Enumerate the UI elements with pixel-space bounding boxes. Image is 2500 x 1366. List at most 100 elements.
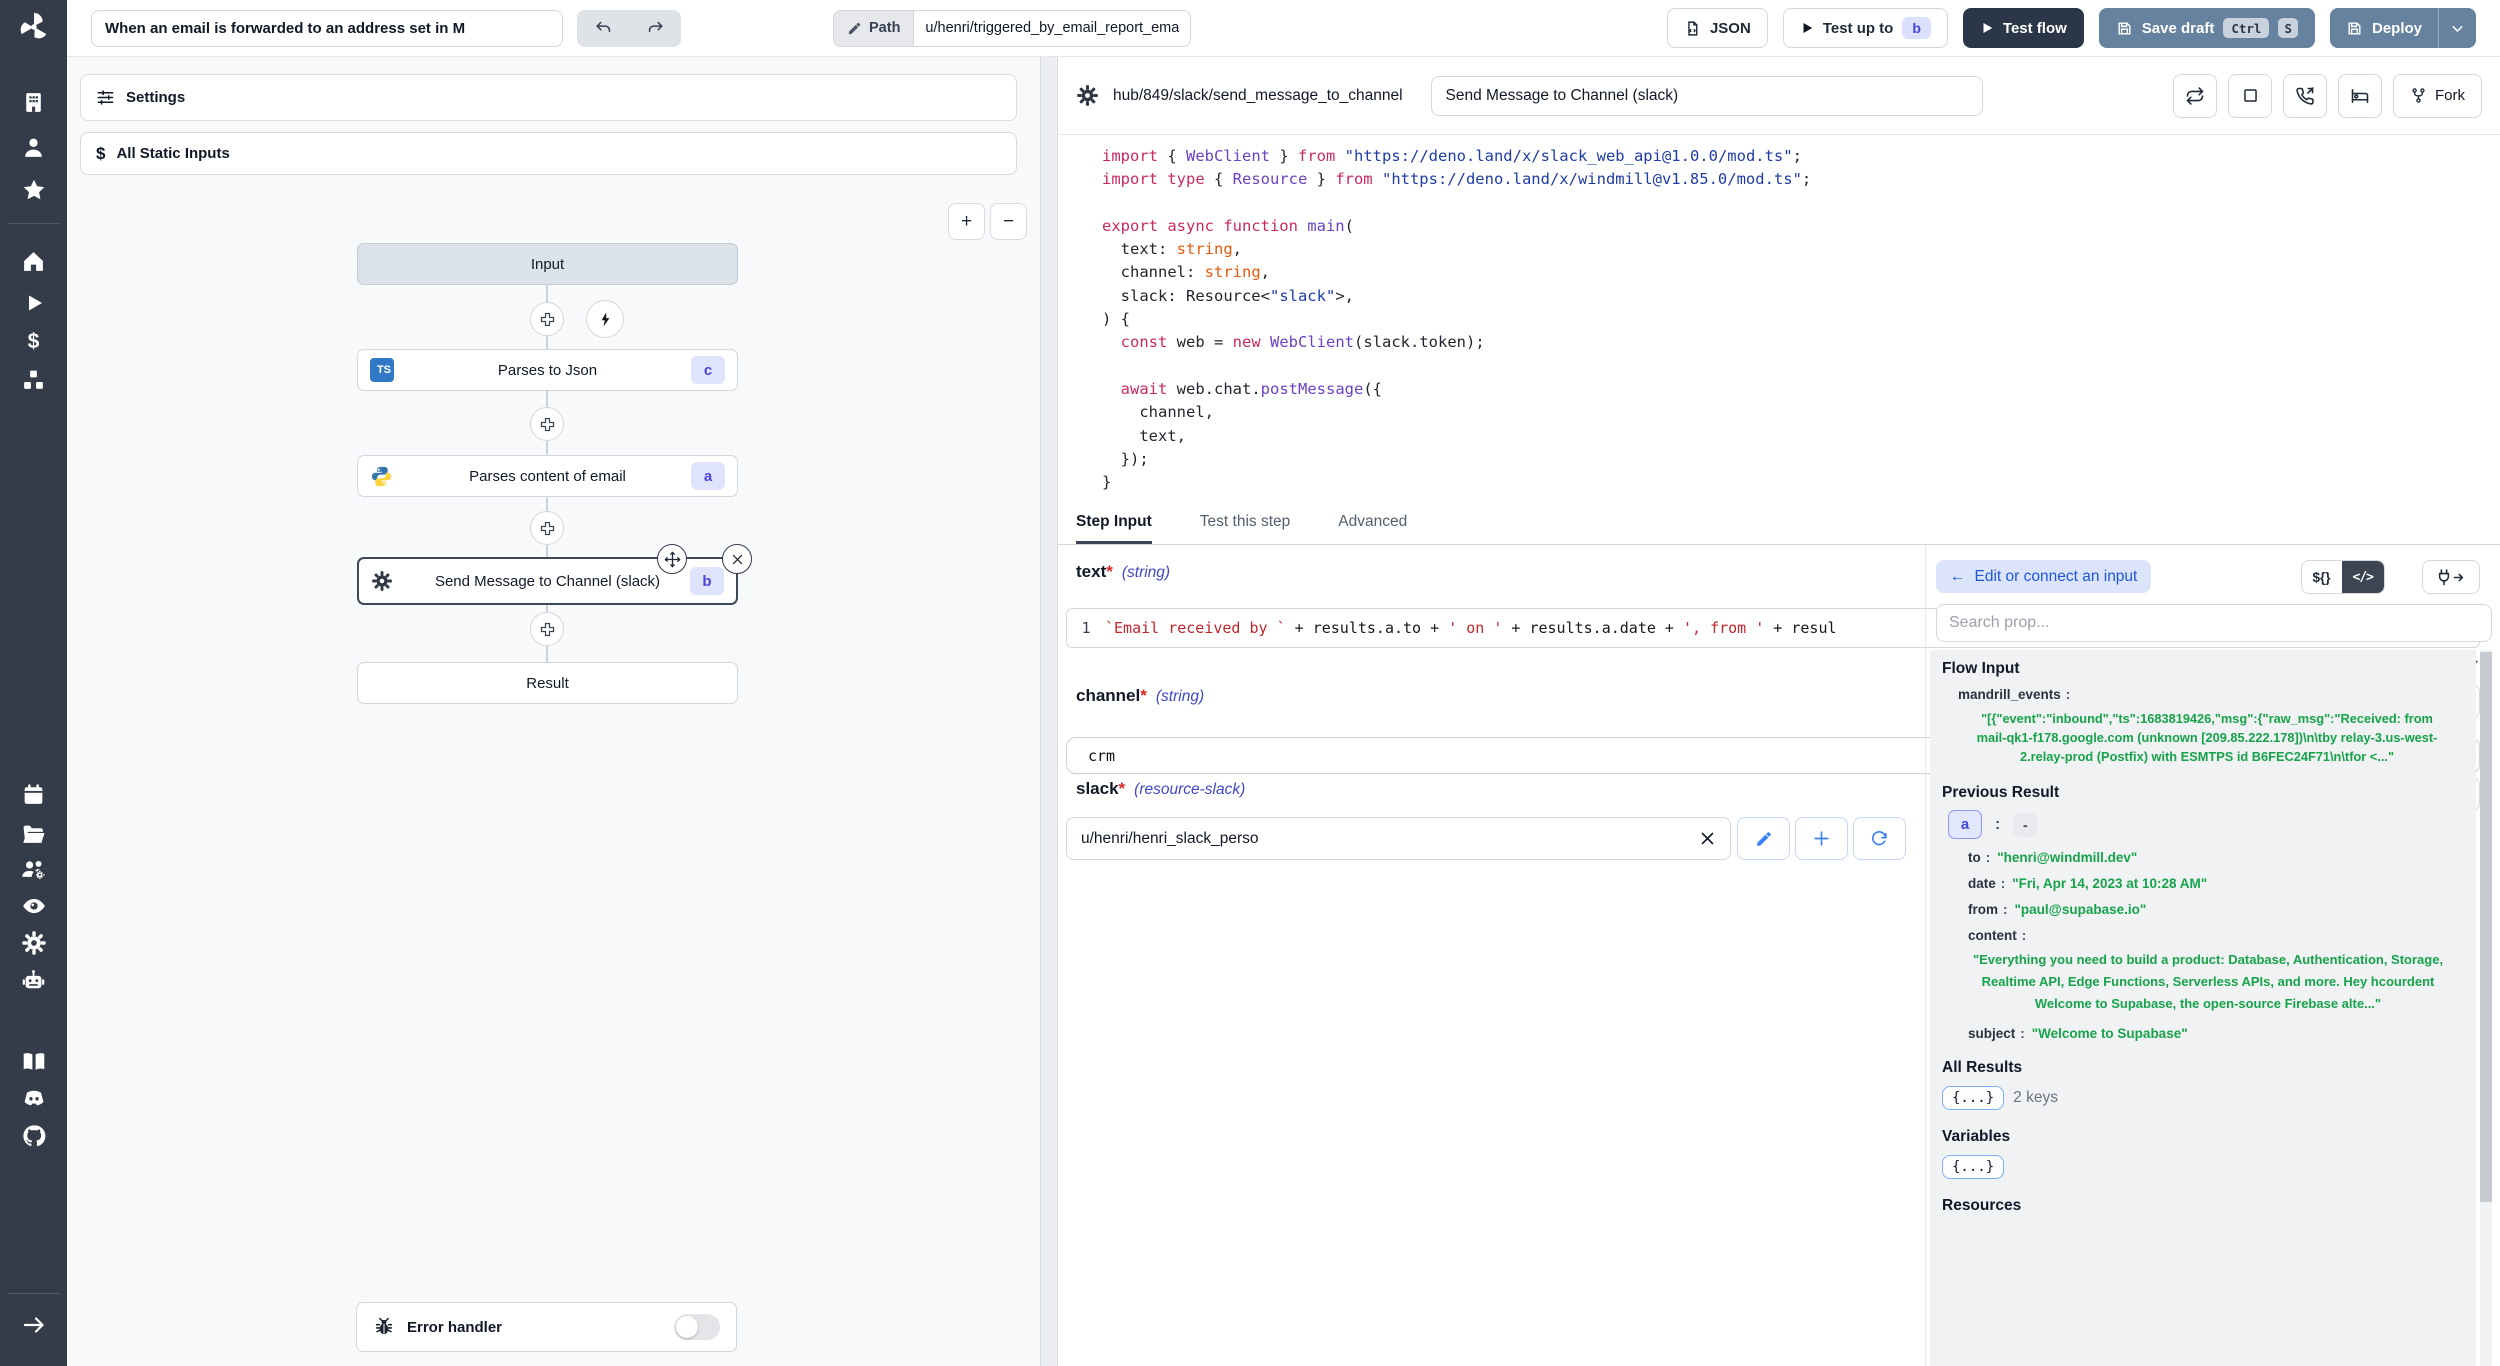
sidebar-item-home[interactable]	[0, 244, 67, 278]
flow-settings-button[interactable]: Settings	[80, 74, 1017, 121]
group-gear-icon	[20, 856, 47, 883]
panel-divider[interactable]	[1040, 57, 1058, 1366]
slack-resource-picker[interactable]: u/henri/henri_slack_perso	[1066, 817, 1731, 860]
test-flow-button[interactable]: Test flow	[1963, 8, 2084, 48]
json-button[interactable]: JSON	[1667, 8, 1768, 48]
sidebar-expand-button[interactable]	[0, 1308, 67, 1342]
deploy-button[interactable]: Deploy	[2330, 8, 2438, 48]
path-input[interactable]	[913, 10, 1191, 47]
flow-node-parses-content[interactable]: Parses content of email a	[357, 455, 738, 497]
flow-input-key-row[interactable]: mandrill_events:	[1958, 687, 2464, 702]
move-step-handle[interactable]	[657, 544, 687, 574]
step-summary-input[interactable]	[1431, 76, 1983, 116]
sidebar-item-docs[interactable]	[0, 1045, 67, 1079]
zoom-out-button[interactable]: −	[990, 203, 1027, 240]
prop-row-date[interactable]: date: "Fri, Apr 14, 2023 at 10:28 AM"	[1968, 876, 2464, 891]
prop-content-value[interactable]: "Everything you need to build a product:…	[1958, 949, 2458, 1015]
sidebar-item-runs[interactable]	[0, 286, 67, 320]
add-step-button[interactable]	[530, 302, 564, 336]
fork-button[interactable]: Fork	[2393, 74, 2482, 118]
app-sidebar: $	[0, 0, 67, 1366]
sidebar-item-favorites[interactable]	[0, 173, 67, 207]
sidebar-item-workspace[interactable]	[0, 85, 67, 119]
kbd-s: S	[2278, 18, 2298, 38]
collapse-chip[interactable]: -	[2013, 813, 2037, 837]
flow-node-label: Result	[358, 675, 737, 692]
sidebar-item-settings[interactable]	[0, 926, 67, 960]
tab-test-this-step[interactable]: Test this step	[1200, 503, 1290, 544]
prop-row-from[interactable]: from: "paul@supabase.io"	[1968, 902, 2464, 917]
scrollbar-thumb[interactable]	[2480, 652, 2492, 1202]
plus-icon	[539, 520, 556, 537]
edit-resource-button[interactable]	[1737, 817, 1790, 860]
deploy-dropdown-button[interactable]	[2438, 8, 2476, 48]
error-handler-toggle[interactable]	[674, 1314, 720, 1340]
zoom-in-button[interactable]: +	[948, 203, 985, 240]
windmill-logo[interactable]	[0, 10, 67, 44]
add-step-button[interactable]	[530, 612, 564, 646]
sidebar-item-discord[interactable]	[0, 1082, 67, 1116]
save-icon	[2346, 20, 2363, 37]
kbd-ctrl: Ctrl	[2223, 18, 2269, 38]
flow-node-label: Parses to Json	[358, 362, 737, 379]
sidebar-item-groups[interactable]	[0, 852, 67, 886]
sidebar-item-folders[interactable]	[0, 817, 67, 851]
path-button-label: Path	[869, 20, 900, 36]
clear-resource-button[interactable]	[1699, 830, 1716, 847]
prop-row-to[interactable]: to: "henri@windmill.dev"	[1968, 850, 2464, 865]
script-code-editor[interactable]: import { WebClient } from "https://deno.…	[1058, 135, 2500, 503]
prop-key: mandrill_events	[1958, 687, 2061, 702]
play-icon	[1980, 21, 1994, 35]
step-id-badge: a	[691, 462, 725, 490]
suspend-button[interactable]	[2283, 74, 2327, 118]
tab-step-input[interactable]: Step Input	[1076, 503, 1152, 544]
sidebar-item-github[interactable]	[0, 1119, 67, 1153]
flow-input-value[interactable]: "[{"event":"inbound","ts":1683819426,"ms…	[1966, 709, 2448, 766]
error-handler-node[interactable]: Error handler	[356, 1302, 737, 1352]
prop-value: "paul@supabase.io"	[2015, 902, 2147, 917]
step-tabs: Step Input Test this step Advanced	[1058, 503, 2500, 545]
tab-advanced[interactable]: Advanced	[1338, 503, 1407, 544]
prop-search-input[interactable]	[1936, 604, 2492, 642]
previous-result-title: Previous Result	[1942, 784, 2464, 802]
file-json-icon	[1684, 20, 1701, 37]
sidebar-item-workers[interactable]	[0, 964, 67, 998]
play-icon	[1800, 21, 1814, 35]
flow-graph-pane: Settings $ All Static Inputs + − Input T…	[67, 57, 1040, 1366]
add-trigger-button[interactable]	[586, 300, 624, 338]
save-draft-button[interactable]: Save draft Ctrl S	[2099, 8, 2315, 48]
fork-button-label: Fork	[2435, 87, 2465, 104]
test-up-to-button[interactable]: Test up to b	[1783, 8, 1948, 48]
stop-after-button[interactable]	[2228, 74, 2272, 118]
all-static-inputs-button[interactable]: $ All Static Inputs	[80, 132, 1017, 175]
undo-button[interactable]	[577, 10, 629, 47]
sleep-button[interactable]	[2338, 74, 2382, 118]
eye-icon	[21, 893, 47, 919]
add-step-button[interactable]	[530, 407, 564, 441]
prop-scrollbar[interactable]	[2480, 650, 2492, 1366]
flow-title-input[interactable]	[91, 10, 563, 47]
flow-node-input[interactable]: Input	[357, 243, 738, 285]
prop-row-subject[interactable]: subject: "Welcome to Supabase"	[1968, 1026, 2464, 1041]
path-button[interactable]: Path	[833, 10, 913, 47]
flow-node-parses-to-json[interactable]: TS Parses to Json c	[357, 349, 738, 391]
sidebar-item-variables[interactable]: $	[0, 325, 67, 359]
refresh-resource-button[interactable]	[1853, 817, 1906, 860]
step-badge-chip[interactable]: a	[1948, 810, 1982, 839]
delete-step-button[interactable]	[722, 544, 752, 574]
sidebar-divider	[8, 1293, 59, 1294]
expand-object-chip[interactable]: {...}	[1942, 1086, 2004, 1110]
add-step-button[interactable]	[530, 511, 564, 545]
sidebar-item-schedules[interactable]	[0, 777, 67, 811]
sidebar-item-user[interactable]	[0, 130, 67, 164]
expand-object-chip[interactable]: {...}	[1942, 1155, 2004, 1179]
prop-row-content[interactable]: content:	[1968, 928, 2464, 943]
reload-script-button[interactable]	[2173, 74, 2217, 118]
sidebar-item-audit[interactable]	[0, 889, 67, 923]
sidebar-item-resources[interactable]	[0, 363, 67, 397]
flow-node-result[interactable]: Result	[357, 662, 738, 704]
edit-or-connect-button[interactable]: ← Edit or connect an input	[1936, 560, 2151, 593]
redo-button[interactable]	[629, 10, 681, 47]
test-flow-label: Test flow	[2003, 20, 2067, 37]
add-resource-button[interactable]	[1795, 817, 1848, 860]
